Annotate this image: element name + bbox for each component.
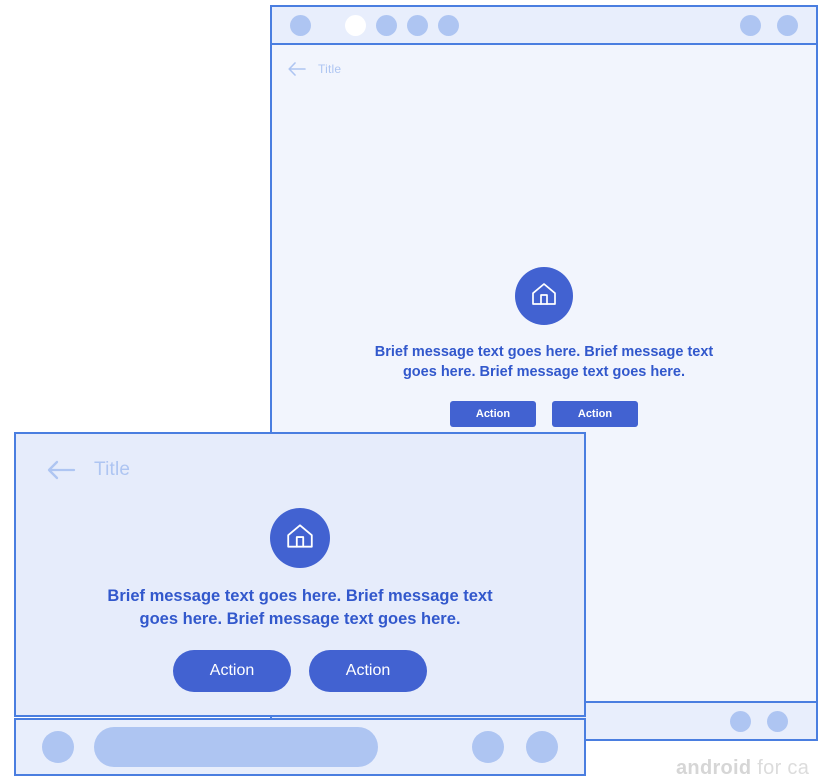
nav-home-button[interactable] <box>42 731 74 763</box>
front-message-text: Brief message text goes here. Brief mess… <box>107 587 493 629</box>
rear-page-title: Title <box>318 62 342 76</box>
home-icon-badge <box>270 508 330 568</box>
rear-status-left-dots <box>290 14 459 36</box>
watermark: android for ca <box>676 757 809 780</box>
nav-search-field[interactable] <box>94 727 378 767</box>
home-icon-badge <box>515 267 573 326</box>
rear-app-bar: Title <box>272 45 816 93</box>
back-arrow-icon[interactable] <box>46 459 76 481</box>
front-page-title: Title <box>94 459 131 480</box>
watermark-suffix: for ca <box>751 757 810 779</box>
bottom-dot-1[interactable] <box>730 710 751 732</box>
status-dot-right-1[interactable] <box>740 14 761 36</box>
rear-status-right-dots <box>740 14 798 36</box>
status-dot-4[interactable] <box>407 14 428 36</box>
rear-action-button-2[interactable]: Action <box>552 400 638 427</box>
rear-action-buttons: Action Action <box>450 400 638 427</box>
nav-dot-2[interactable] <box>526 731 558 763</box>
nav-dot-1[interactable] <box>472 731 504 763</box>
rear-message-text: Brief message text goes here. Brief mess… <box>374 344 714 380</box>
nav-right-buttons <box>472 731 558 763</box>
status-dot-3[interactable] <box>376 14 397 36</box>
back-arrow-icon[interactable] <box>288 62 306 76</box>
front-window: Title Brief message text goes here. Brie… <box>14 432 586 717</box>
status-dot-1[interactable] <box>290 14 311 36</box>
front-action-button-1[interactable]: Action <box>173 649 291 692</box>
home-icon <box>530 281 558 312</box>
front-navigation-bar <box>14 718 586 776</box>
front-action-button-2[interactable]: Action <box>309 649 427 692</box>
front-content-area: Brief message text goes here. Brief mess… <box>16 506 584 715</box>
front-action-buttons: Action Action <box>173 649 427 692</box>
front-app-bar: Title <box>16 434 584 506</box>
rear-action-button-1[interactable]: Action <box>450 400 536 427</box>
home-icon <box>285 522 315 555</box>
status-dot-2[interactable] <box>345 14 366 36</box>
status-dot-right-2[interactable] <box>777 14 798 36</box>
watermark-brand: android <box>676 757 752 779</box>
status-dot-5[interactable] <box>438 14 459 36</box>
rear-status-bar <box>272 7 816 45</box>
bottom-dot-2[interactable] <box>767 710 788 732</box>
